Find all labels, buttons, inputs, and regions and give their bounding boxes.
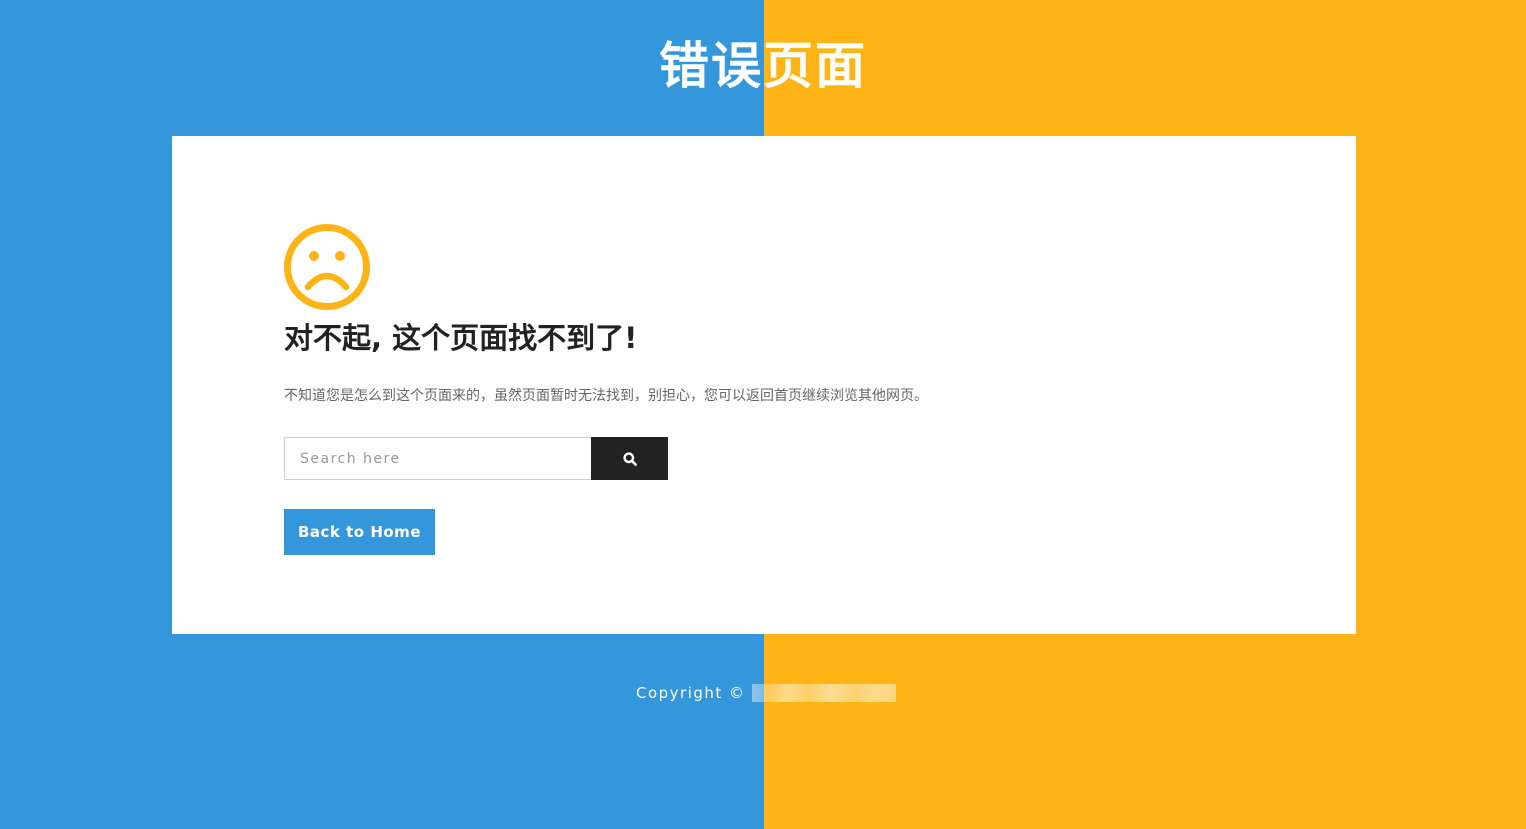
back-to-home-button[interactable]: Back to Home — [284, 509, 435, 555]
copyright-text: Copyright © — [636, 684, 746, 702]
search-icon — [622, 451, 637, 466]
search-form — [284, 437, 668, 480]
redacted-company-name — [751, 684, 896, 702]
search-button[interactable] — [591, 437, 668, 480]
error-heading: 对不起, 这个页面找不到了! — [284, 321, 638, 355]
sad-face-icon — [284, 224, 370, 310]
error-card: 对不起, 这个页面找不到了! 不知道您是怎么到这个页面来的，虽然页面暂时无法找到… — [172, 136, 1356, 634]
page-title: 错误页面 — [659, 37, 867, 95]
search-input[interactable] — [284, 437, 591, 480]
footer: Copyright © — [636, 682, 896, 704]
error-description: 不知道您是怎么到这个页面来的，虽然页面暂时无法找到，别担心，您可以返回首页继续浏… — [284, 388, 928, 404]
